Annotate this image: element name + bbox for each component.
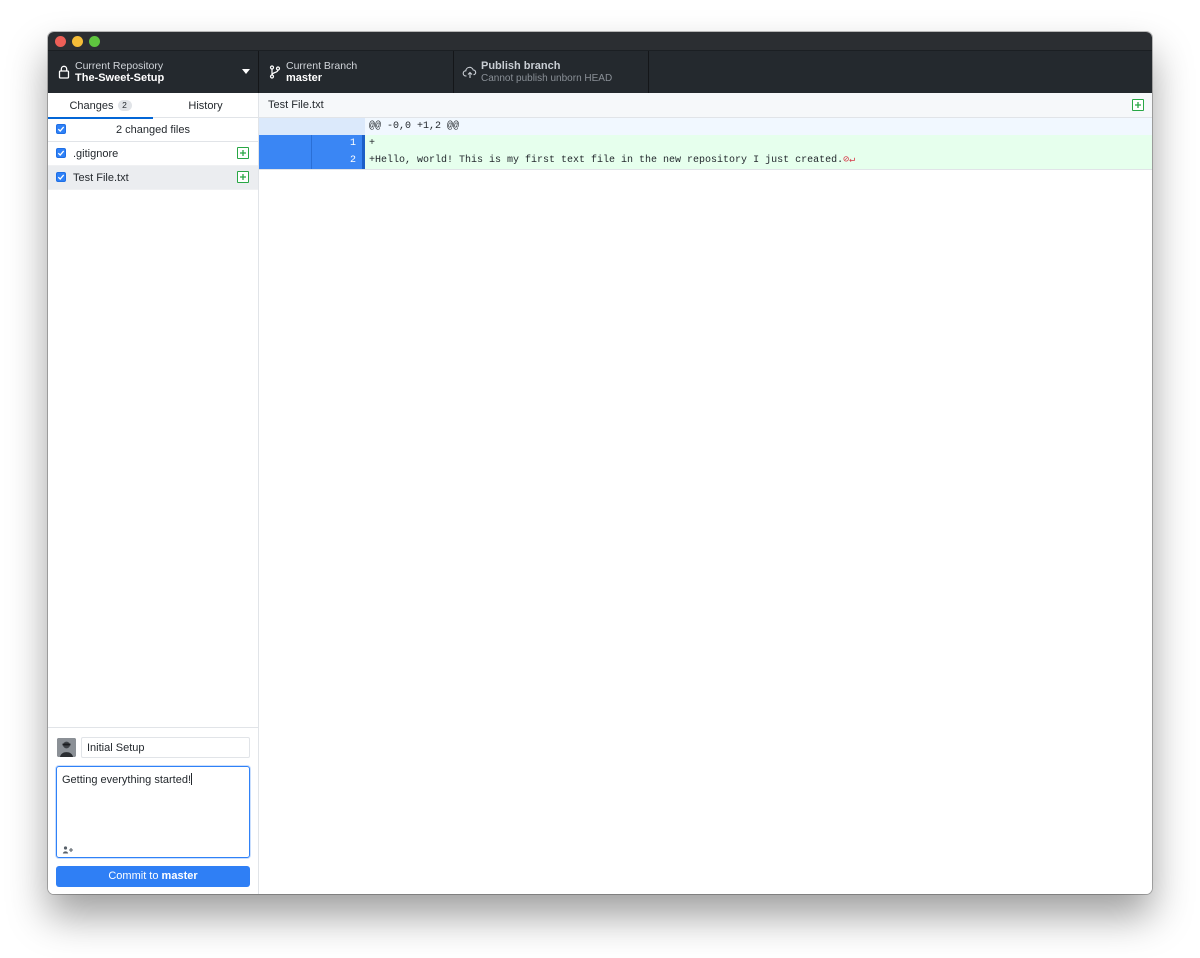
- commit-description-field[interactable]: Getting everything started!: [56, 766, 250, 858]
- sidebar-tabs: Changes 2 History: [48, 93, 258, 119]
- diff-line[interactable]: 1 +: [259, 135, 1152, 152]
- diff-line-text: +: [365, 135, 1152, 152]
- app-window: Current Repository The-Sweet-Setup Curre…: [48, 32, 1152, 894]
- diff-line-content: +Hello, world! This is my first text fil…: [365, 152, 1152, 169]
- file-added-icon: [237, 147, 249, 159]
- publish-branch-label: Publish branch: [481, 60, 561, 72]
- file-row-test-file[interactable]: Test File.txt: [48, 166, 258, 190]
- current-repository-name: The-Sweet-Setup: [75, 72, 165, 84]
- current-repository-dropdown[interactable]: Current Repository The-Sweet-Setup: [48, 51, 259, 93]
- commit-button-prefix: Commit to: [108, 870, 162, 882]
- file-added-icon: [237, 171, 249, 183]
- changed-files-header: 2 changed files: [48, 118, 258, 142]
- hunk-header-text: @@ -0,0 +1,2 @@: [365, 118, 1152, 135]
- commit-form: Getting everything started! Commit to ma…: [48, 727, 258, 894]
- diff-line-text: +Hello, world! This is my first text fil…: [369, 155, 844, 166]
- file-name: Test File.txt: [73, 172, 129, 184]
- text-caret: [191, 773, 193, 785]
- cloud-upload-icon: [462, 64, 478, 80]
- publish-branch-status: Cannot publish unborn HEAD: [481, 73, 613, 84]
- publish-branch-button[interactable]: Publish branch Cannot publish unborn HEA…: [454, 51, 649, 93]
- changed-files-count: 2 changed files: [116, 124, 190, 136]
- current-branch-dropdown[interactable]: Current Branch master: [259, 51, 454, 93]
- diff-hunk-header[interactable]: @@ -0,0 +1,2 @@: [259, 118, 1152, 135]
- diff-view: @@ -0,0 +1,2 @@ 1 + 2 +Hello, world! Thi…: [259, 118, 1152, 170]
- commit-description-text: Getting everything started!: [62, 773, 193, 786]
- chevron-down-icon: [242, 69, 250, 74]
- file-row-gitignore[interactable]: .gitignore: [48, 142, 258, 166]
- new-line-number[interactable]: 1: [312, 135, 365, 152]
- sidebar: Changes 2 History 2 changed files .gitig…: [48, 93, 259, 894]
- file-checkbox[interactable]: [56, 172, 66, 182]
- changes-count-badge: 2: [117, 100, 132, 111]
- zoom-window-button[interactable]: [89, 36, 100, 47]
- old-line-gutter[interactable]: [259, 152, 312, 169]
- commit-description-value: Getting everything started!: [62, 774, 192, 786]
- tab-changes[interactable]: Changes 2: [48, 93, 153, 119]
- title-bar: [48, 32, 1152, 50]
- current-branch-label: Current Branch: [286, 60, 358, 72]
- file-name: .gitignore: [73, 148, 119, 160]
- commit-button[interactable]: Commit to master: [56, 866, 250, 887]
- old-line-gutter: [259, 118, 312, 135]
- current-branch-name: master: [286, 72, 323, 84]
- no-newline-icon: ⊘↵: [843, 155, 856, 166]
- add-coauthor-icon[interactable]: [62, 842, 74, 854]
- old-line-gutter[interactable]: [259, 135, 312, 152]
- avatar: [57, 738, 76, 757]
- new-line-gutter: [312, 118, 365, 135]
- diff-divider: [259, 169, 1152, 170]
- diff-header: Test File.txt: [259, 93, 1152, 118]
- tab-history[interactable]: History: [153, 93, 258, 118]
- close-window-button[interactable]: [55, 36, 66, 47]
- tab-history-label: History: [188, 99, 223, 112]
- minimize-window-button[interactable]: [72, 36, 83, 47]
- toolbar: Current Repository The-Sweet-Setup Curre…: [48, 50, 1152, 93]
- diff-line[interactable]: 2 +Hello, world! This is my first text f…: [259, 152, 1152, 169]
- commit-summary-input[interactable]: [81, 737, 250, 758]
- commit-button-branch: master: [161, 870, 198, 882]
- git-branch-icon: [267, 64, 283, 80]
- file-checkbox[interactable]: [56, 148, 66, 158]
- diff-file-name: Test File.txt: [268, 99, 324, 111]
- current-repository-label: Current Repository: [75, 60, 164, 72]
- new-line-number[interactable]: 2: [312, 152, 365, 169]
- diff-panel: Test File.txt @@ -0,0 +1,2 @@ 1 + 2 +Hel…: [259, 93, 1152, 894]
- tab-changes-label: Changes: [69, 99, 114, 112]
- select-all-checkbox[interactable]: [56, 124, 66, 134]
- file-added-icon: [1132, 99, 1144, 111]
- lock-icon: [56, 64, 72, 80]
